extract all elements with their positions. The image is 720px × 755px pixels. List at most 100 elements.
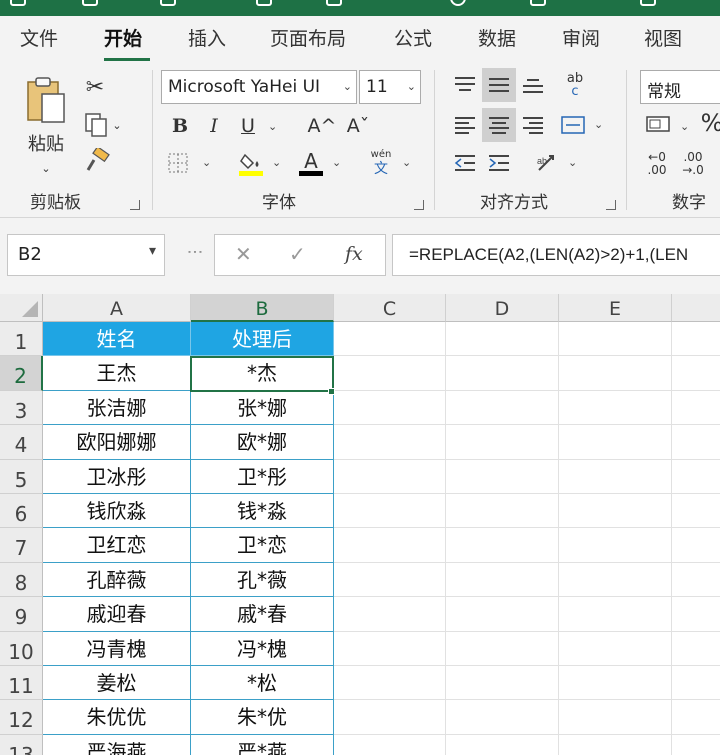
grip-handle-icon[interactable]: ⋮ [186, 244, 205, 260]
table-cell[interactable] [672, 666, 720, 701]
table-cell[interactable] [334, 494, 446, 529]
table-cell[interactable] [672, 632, 720, 666]
table-cell[interactable]: 卫冰彤 [43, 459, 191, 494]
table-cell[interactable]: 欧*娜 [191, 425, 334, 460]
table-cell[interactable] [559, 322, 672, 357]
row-header[interactable]: 4 [0, 425, 43, 460]
increase-decimal-button[interactable]: ←0 .00 [640, 148, 674, 180]
table-cell[interactable] [559, 597, 672, 632]
table-cell[interactable] [334, 666, 446, 701]
paste-button[interactable]: 粘贴 ⌄ [20, 74, 72, 186]
table-cell[interactable] [672, 563, 720, 598]
user-icon[interactable] [450, 0, 466, 6]
font-name-select[interactable]: Microsoft YaHei UI ⌄ [161, 70, 357, 104]
table-cell[interactable] [446, 390, 559, 426]
table-cell[interactable]: 钱欣淼 [43, 494, 191, 529]
italic-button[interactable]: I [200, 112, 228, 140]
column-header-e[interactable]: E [559, 294, 672, 322]
tab-data[interactable]: 数据 [478, 24, 516, 51]
fill-handle[interactable] [328, 388, 335, 395]
chevron-down-icon[interactable]: ⌄ [202, 156, 211, 169]
table-cell[interactable] [559, 425, 672, 460]
alignment-dialog-launcher-icon[interactable] [606, 200, 616, 210]
table-cell[interactable]: *杰 [191, 356, 334, 391]
bold-button[interactable]: B [166, 112, 194, 140]
table-cell[interactable]: 冯青槐 [43, 631, 191, 666]
chevron-down-icon[interactable]: ⌄ [272, 156, 281, 169]
table-cell[interactable] [446, 666, 559, 701]
table-cell[interactable] [446, 356, 559, 391]
table-cell[interactable] [446, 562, 559, 598]
table-cell[interactable]: 朱*优 [191, 700, 334, 735]
tab-view[interactable]: 视图 [644, 24, 682, 51]
fill-color-button[interactable] [236, 148, 266, 178]
format-painter-button[interactable] [82, 146, 112, 176]
table-cell[interactable]: 严海燕 [43, 734, 191, 755]
cut-button[interactable]: ✂ [82, 72, 108, 102]
decrease-indent-button[interactable] [448, 148, 482, 178]
chevron-down-icon[interactable]: ▾ [149, 243, 156, 259]
font-color-button[interactable]: A [296, 148, 326, 178]
underline-button[interactable]: U [234, 112, 262, 140]
merge-center-button[interactable] [556, 108, 590, 142]
table-cell[interactable]: 孔*薇 [191, 562, 334, 598]
font-dialog-launcher-icon[interactable] [414, 200, 424, 210]
table-cell[interactable]: 钱*淼 [191, 494, 334, 529]
phonetic-guide-button[interactable]: wén 文 [366, 148, 396, 178]
quick-access-icon[interactable] [256, 0, 272, 6]
chevron-down-icon[interactable]: ⌄ [268, 120, 277, 133]
increase-indent-button[interactable] [482, 148, 516, 178]
table-cell[interactable] [559, 494, 672, 529]
table-cell[interactable] [334, 528, 446, 563]
table-cell[interactable] [672, 460, 720, 494]
table-cell[interactable]: 朱优优 [43, 700, 191, 735]
table-cell[interactable] [446, 734, 559, 755]
align-left-button[interactable] [448, 108, 482, 142]
quick-access-icon[interactable] [326, 0, 342, 6]
decrease-decimal-button[interactable]: .00 →.0 [676, 148, 710, 180]
table-cell[interactable] [446, 528, 559, 563]
tab-review[interactable]: 审阅 [562, 24, 600, 51]
table-cell[interactable] [559, 734, 672, 755]
table-cell[interactable] [334, 459, 446, 494]
table-cell[interactable] [446, 597, 559, 632]
table-cell[interactable] [446, 700, 559, 735]
increase-font-size-button[interactable]: A^ [306, 112, 338, 140]
tab-page-layout[interactable]: 页面布局 [270, 24, 346, 51]
table-cell[interactable] [446, 425, 559, 460]
table-cell[interactable] [446, 631, 559, 666]
row-header[interactable]: 1 [0, 322, 43, 357]
table-cell[interactable] [672, 494, 720, 529]
row-header[interactable]: 13 [0, 734, 43, 755]
table-cell[interactable] [559, 356, 672, 391]
orientation-button[interactable]: ab [530, 148, 564, 178]
table-cell[interactable] [672, 735, 720, 755]
table-cell[interactable]: 孔醉薇 [43, 562, 191, 598]
decrease-font-size-button[interactable]: Aˇ [342, 112, 374, 140]
table-cell[interactable] [559, 666, 672, 701]
accounting-format-button[interactable] [640, 110, 676, 140]
clipboard-dialog-launcher-icon[interactable] [130, 200, 140, 210]
table-cell[interactable] [672, 597, 720, 632]
select-all-button[interactable] [0, 294, 43, 322]
table-cell[interactable] [334, 631, 446, 666]
row-header[interactable]: 10 [0, 631, 43, 666]
table-cell[interactable]: 戚*春 [191, 597, 334, 632]
column-header-c[interactable]: C [334, 294, 446, 322]
table-cell[interactable] [446, 494, 559, 529]
table-cell[interactable]: 卫*彤 [191, 459, 334, 494]
column-header-a[interactable]: A [43, 294, 191, 322]
align-middle-button[interactable] [482, 68, 516, 102]
number-format-select[interactable]: 常规 [640, 70, 720, 104]
column-header-b[interactable]: B [191, 294, 334, 322]
name-box[interactable]: B2 ▾ [7, 234, 165, 276]
insert-function-icon[interactable]: fx [345, 243, 363, 265]
table-cell[interactable] [672, 700, 720, 735]
table-cell[interactable]: 张洁娜 [43, 390, 191, 426]
header-cell[interactable]: 处理后 [191, 322, 334, 357]
table-cell[interactable] [446, 322, 559, 357]
align-right-button[interactable] [516, 108, 550, 142]
table-cell[interactable]: 严*燕 [191, 734, 334, 755]
table-cell[interactable]: 欧阳娜娜 [43, 425, 191, 460]
table-cell[interactable] [334, 562, 446, 598]
